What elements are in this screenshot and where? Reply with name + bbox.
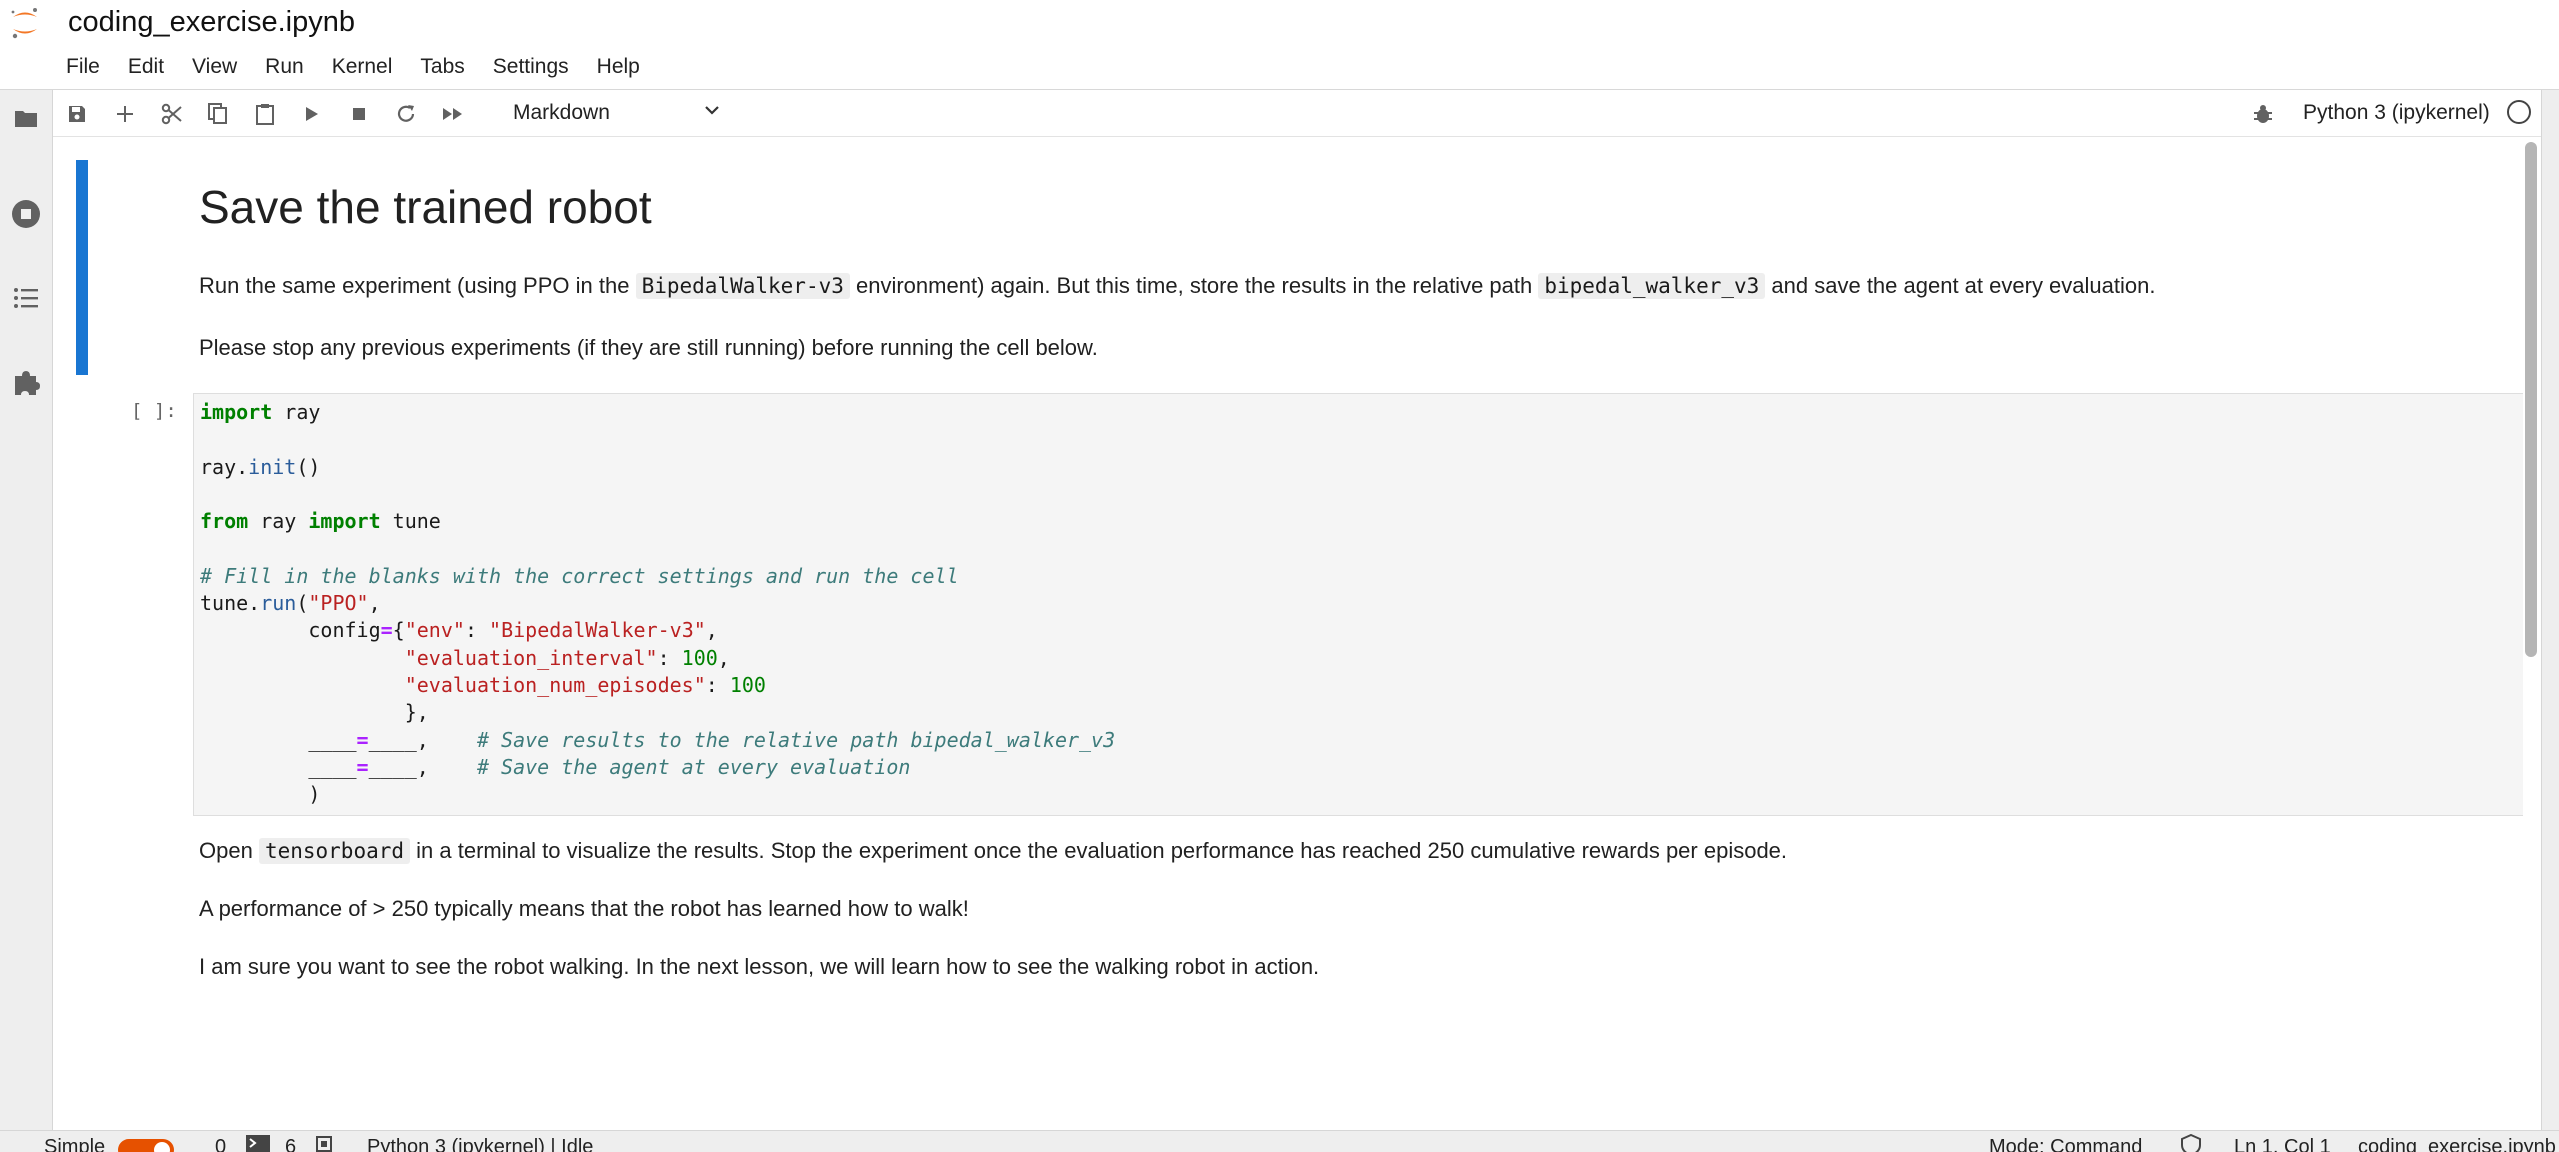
code-source[interactable]: import ray ray.init() from ray import tu… xyxy=(200,399,1115,808)
notebook-title[interactable]: coding_exercise.ipynb xyxy=(68,6,355,39)
table-of-contents-icon[interactable] xyxy=(10,282,42,314)
menu-file[interactable]: File xyxy=(52,52,114,82)
copy-icon[interactable] xyxy=(204,100,232,128)
status-bar: Simple 0 6 Python 3 (ipykernel) | Idle M… xyxy=(0,1130,2559,1152)
toggle-knob xyxy=(154,1142,170,1152)
kernel-idle-indicator-icon xyxy=(2507,100,2531,124)
kernel-name[interactable]: Python 3 (ipykernel) xyxy=(2303,101,2490,125)
text: and save the agent at every evaluation. xyxy=(1771,273,2156,298)
restart-icon[interactable] xyxy=(392,100,420,128)
markdown-paragraph: Run the same experiment (using PPO in th… xyxy=(199,273,2155,299)
cell-prompt: [ ]: xyxy=(131,400,177,422)
running-stop-icon[interactable] xyxy=(10,198,42,230)
debugger-bug-icon[interactable] xyxy=(2249,100,2277,128)
run-all-icon[interactable] xyxy=(439,100,467,128)
scrollbar-thumb[interactable] xyxy=(2525,142,2537,657)
kernel-count[interactable]: 6 xyxy=(285,1136,296,1152)
save-icon[interactable] xyxy=(63,100,91,128)
run-icon[interactable] xyxy=(298,100,326,128)
menu-settings[interactable]: Settings xyxy=(479,52,583,82)
add-cell-icon[interactable] xyxy=(111,100,139,128)
cut-icon[interactable] xyxy=(158,100,186,128)
markdown-paragraph: A performance of > 250 typically means t… xyxy=(199,896,969,921)
right-sidebar xyxy=(2541,90,2559,1130)
folder-icon[interactable] xyxy=(10,102,42,134)
top-bar: coding_exercise.ipynb File Edit View Run… xyxy=(0,0,2559,90)
text: Run the same experiment (using PPO in th… xyxy=(199,273,630,298)
chevron-down-icon xyxy=(703,101,721,125)
terminal-count[interactable]: 0 xyxy=(215,1136,226,1152)
menu-tabs[interactable]: Tabs xyxy=(406,52,478,82)
inline-code: tensorboard xyxy=(258,838,411,864)
left-sidebar xyxy=(0,90,53,1130)
shield-icon[interactable] xyxy=(2180,1133,2202,1152)
menu-view[interactable]: View xyxy=(178,52,251,82)
inline-code: bipedal_walker_v3 xyxy=(1538,273,1766,299)
menu-bar: File Edit View Run Kernel Tabs Settings … xyxy=(52,52,654,82)
simple-mode-toggle[interactable] xyxy=(118,1139,174,1152)
stop-icon[interactable] xyxy=(345,100,373,128)
code-cell-editor[interactable]: import ray ray.init() from ray import tu… xyxy=(193,393,2523,816)
notebook-toolbar: Markdown Python 3 (ipykernel) xyxy=(53,90,2541,137)
cursor-position[interactable]: Ln 1, Col 1 xyxy=(2234,1136,2331,1152)
simple-mode-label: Simple xyxy=(44,1136,106,1152)
menu-kernel[interactable]: Kernel xyxy=(318,52,407,82)
text: environment) again. But this time, store… xyxy=(856,273,1533,298)
extension-puzzle-icon[interactable] xyxy=(10,366,42,398)
markdown-heading: Save the trained robot xyxy=(199,181,652,233)
notebook-panel: Save the trained robot Run the same expe… xyxy=(53,138,2523,1130)
terminal-icon xyxy=(246,1135,270,1152)
markdown-paragraph: Open tensorboard in a terminal to visual… xyxy=(199,838,1787,864)
cell-type-dropdown[interactable]: Markdown xyxy=(503,97,733,129)
cell-type-value: Markdown xyxy=(513,101,610,124)
kernel-status-text[interactable]: Python 3 (ipykernel) | Idle xyxy=(367,1136,593,1152)
text: Open xyxy=(199,838,253,863)
menu-run[interactable]: Run xyxy=(251,52,318,82)
paste-icon[interactable] xyxy=(251,100,279,128)
menu-help[interactable]: Help xyxy=(583,52,654,82)
jupyter-logo-icon[interactable] xyxy=(10,6,40,40)
kernel-chip-icon xyxy=(313,1134,335,1152)
text: in a terminal to visualize the results. … xyxy=(416,838,1788,863)
menu-edit[interactable]: Edit xyxy=(114,52,178,82)
inline-code: BipedalWalker-v3 xyxy=(635,273,850,299)
markdown-paragraph: I am sure you want to see the robot walk… xyxy=(199,954,1320,979)
markdown-paragraph: Please stop any previous experiments (if… xyxy=(199,335,1098,360)
active-cell-indicator[interactable] xyxy=(76,160,88,375)
mode-indicator[interactable]: Mode: Command xyxy=(1989,1136,2142,1152)
status-filename: coding_exercise.ipynb xyxy=(2358,1136,2556,1152)
